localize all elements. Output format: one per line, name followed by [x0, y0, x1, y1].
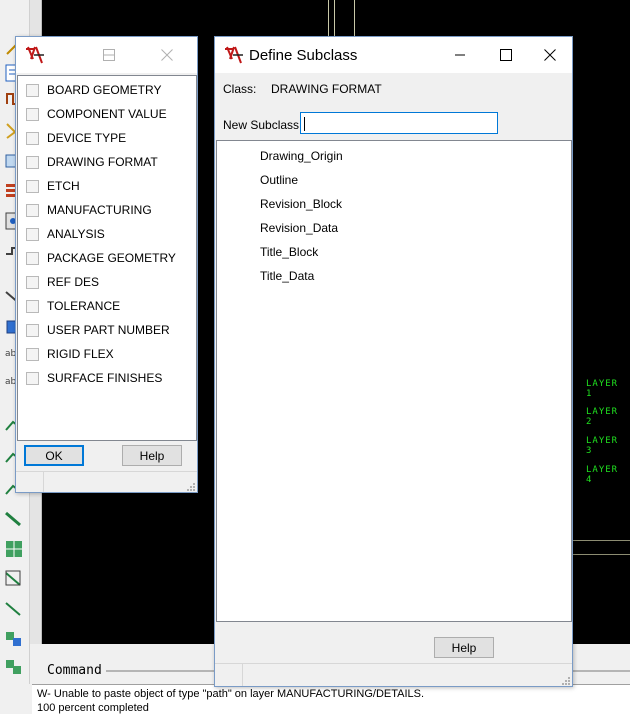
subclass-item[interactable]: Title_Block [260, 242, 318, 262]
layer-label: LAYER 1 [586, 379, 619, 399]
subclass-item[interactable]: Drawing_Origin [260, 146, 343, 166]
checkbox[interactable] [26, 131, 39, 145]
board-outline-line [328, 0, 329, 36]
class-item-ref-des[interactable]: REF DES [26, 272, 99, 292]
maximize-icon[interactable] [483, 37, 529, 73]
command-label: Command [47, 663, 102, 678]
class-list: BOARD GEOMETRY COMPONENT VALUE DEVICE TY… [17, 75, 197, 441]
window-title: Define Subclass [249, 47, 358, 64]
class-item-board-geometry[interactable]: BOARD GEOMETRY [26, 80, 161, 100]
net-tool-icon[interactable] [3, 656, 25, 678]
class-value: DRAWING FORMAT [271, 82, 382, 96]
subclass-item[interactable]: Revision_Data [260, 218, 338, 238]
layer-label: LAYER 4 [586, 465, 619, 485]
minimize-icon[interactable] [437, 37, 483, 73]
class-item-component-value[interactable]: COMPONENT VALUE [26, 104, 167, 124]
status-bar-divider [242, 663, 243, 686]
class-item-rigid-flex[interactable]: RIGID FLEX [26, 344, 114, 364]
checkbox[interactable] [26, 299, 39, 313]
board-outline-line [572, 554, 630, 555]
subclass-item[interactable]: Revision_Block [260, 194, 342, 214]
cadence-allegro-icon [223, 45, 245, 65]
shape-add-icon[interactable] [3, 508, 25, 530]
class-item-tolerance[interactable]: TOLERANCE [26, 296, 120, 316]
layer-label: LAYER 2 [586, 407, 619, 427]
checkbox[interactable] [26, 83, 39, 97]
status-bar-divider [43, 471, 44, 492]
subclass-item[interactable]: Outline [260, 170, 298, 190]
size-grip-icon[interactable] [185, 480, 195, 491]
layer-label: LAYER 3 [586, 436, 619, 456]
checkbox[interactable] [26, 227, 39, 241]
board-outline-line [334, 0, 335, 36]
maximize-icon[interactable] [86, 37, 132, 73]
subclass-list: Drawing_Origin Outline Revision_Block Re… [216, 140, 572, 622]
close-icon[interactable] [527, 37, 573, 73]
board-outline-line [572, 540, 630, 541]
status-bar-divider [215, 663, 572, 664]
shape-edit-icon[interactable] [3, 568, 25, 590]
board-outline-line [354, 0, 355, 36]
checkbox[interactable] [26, 275, 39, 289]
grid-icon[interactable] [3, 538, 25, 560]
new-subclass-input[interactable] [300, 112, 498, 134]
cadence-allegro-icon [24, 45, 46, 65]
help-button[interactable]: Help [434, 637, 494, 658]
checkbox[interactable] [26, 251, 39, 265]
ok-button[interactable]: OK [24, 445, 84, 466]
class-item-device-type[interactable]: DEVICE TYPE [26, 128, 126, 148]
close-icon[interactable] [144, 37, 190, 73]
checkbox[interactable] [26, 107, 39, 121]
cline-tool-icon[interactable] [3, 598, 25, 620]
class-item-package-geometry[interactable]: PACKAGE GEOMETRY [26, 248, 176, 268]
classes-window: BOARD GEOMETRY COMPONENT VALUE DEVICE TY… [15, 36, 198, 493]
define-subclass-window: Define Subclass Class: DRAWING FORMAT Ne… [214, 36, 573, 687]
class-item-surface-finishes[interactable]: SURFACE FINISHES [26, 368, 162, 388]
size-grip-icon[interactable] [560, 674, 570, 685]
class-item-drawing-format[interactable]: DRAWING FORMAT [26, 152, 158, 172]
text-caret [304, 116, 305, 131]
class-item-analysis[interactable]: ANALYSIS [26, 224, 105, 244]
checkbox[interactable] [26, 347, 39, 361]
help-button[interactable]: Help [122, 445, 182, 466]
status-message: W- Unable to paste object of type "path"… [37, 688, 425, 700]
class-item-etch[interactable]: ETCH [26, 176, 80, 196]
message-console: W- Unable to paste object of type "path"… [32, 684, 630, 714]
group-tool-icon[interactable] [3, 628, 25, 650]
classes-titlebar[interactable] [16, 37, 197, 73]
checkbox[interactable] [26, 179, 39, 193]
status-message: 100 percent completed [37, 702, 149, 714]
checkbox[interactable] [26, 371, 39, 385]
class-label: Class: [223, 82, 257, 96]
checkbox[interactable] [26, 155, 39, 169]
checkbox[interactable] [26, 203, 39, 217]
checkbox[interactable] [26, 323, 39, 337]
new-subclass-label: New Subclass: [223, 118, 303, 132]
subclass-item[interactable]: Title_Data [260, 266, 314, 286]
define-subclass-titlebar[interactable]: Define Subclass [215, 37, 572, 73]
class-item-user-part-number[interactable]: USER PART NUMBER [26, 320, 170, 340]
class-item-manufacturing[interactable]: MANUFACTURING [26, 200, 152, 220]
